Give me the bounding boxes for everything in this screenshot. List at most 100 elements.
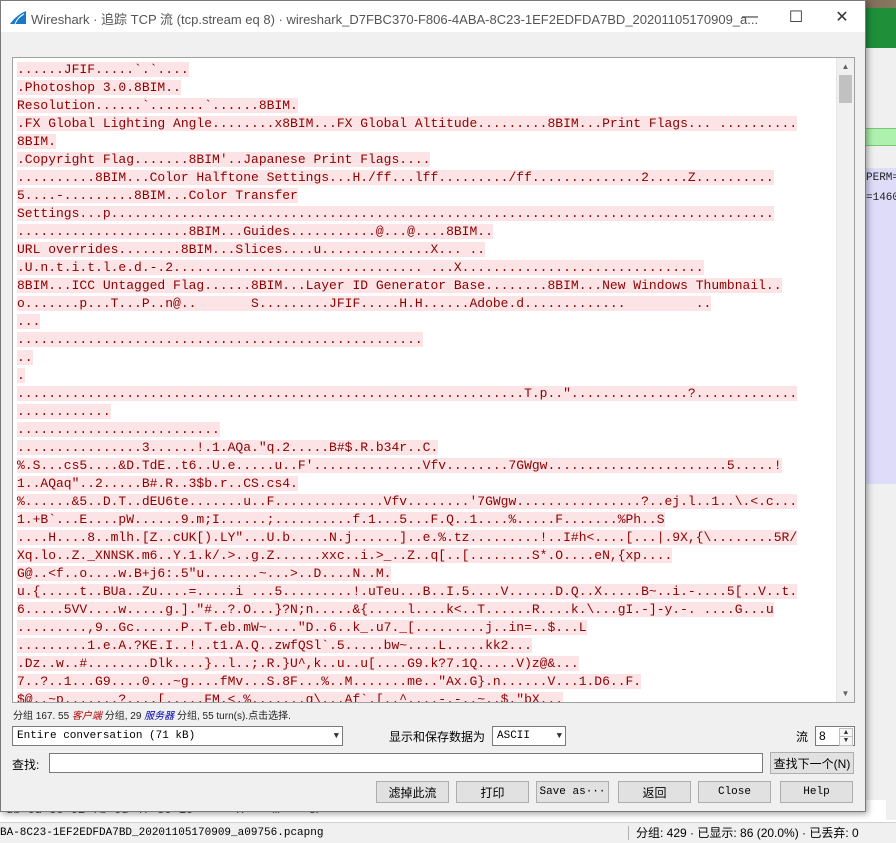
stream-line[interactable]: ..........................: [17, 421, 837, 439]
stream-line[interactable]: ........................................…: [17, 385, 837, 403]
close-button[interactable]: Close: [698, 781, 771, 803]
stream-line-text: ..........8BIM...Color Halftone Settings…: [17, 170, 774, 185]
stream-line[interactable]: ................3......!.1.AQa."q.2.....…: [17, 439, 837, 457]
stream-line[interactable]: .........1.e.A.?KE.I..!..t1.A.Q..zwfQSl`…: [17, 637, 837, 655]
stream-line[interactable]: %.S...cs5....&D.TdE..t6..U.e.....u..F'..…: [17, 457, 837, 475]
stream-line[interactable]: ............: [17, 403, 837, 421]
conversation-select[interactable]: Entire conversation (71 kB) ▼: [12, 726, 343, 746]
stream-content-pane[interactable]: ......JFIF.....`.`.... .Photoshop 3.0.8BI…: [12, 57, 855, 703]
stream-line-text: o.......p...T...P..n@.. S.........JFIF..…: [17, 296, 712, 311]
stream-line[interactable]: %......&5..D.T..dEU6te.......u..F.......…: [17, 493, 837, 511]
stream-line[interactable]: 6.....5VV....w.....g.]."#..?.O...}?N;n..…: [17, 601, 837, 619]
stream-line[interactable]: .FX Global Lighting Angle........x8BIM..…: [17, 115, 837, 133]
stream-line-text: %......&5..D.T..dEU6te.......u..F.......…: [17, 494, 798, 509]
stream-number-spinbox[interactable]: 8 ▲ ▼: [815, 726, 855, 746]
print-button[interactable]: 打印: [456, 781, 529, 803]
stream-line-text: G@..<f..o....w.B+j6:.5"u.......~...>..D.…: [17, 566, 392, 581]
maximize-icon: ☐: [788, 8, 804, 26]
stream-line-text: $@..~p.......?....[.....FM.<.%.......g\.…: [17, 692, 564, 702]
client-label: 客户端: [71, 711, 102, 722]
info-suffix: 分组, 55 turn(s).点击选择.: [174, 711, 291, 722]
status-separator: [628, 826, 629, 840]
stream-line[interactable]: 1.+B`...E....pW......9.m;I......;.......…: [17, 511, 837, 529]
stream-line[interactable]: Xq.lo..Z._XNNSK.m6..Y.1.k/.>..g.Z......x…: [17, 547, 837, 565]
stream-line-text: ......JFIF.....`.`....: [17, 62, 189, 77]
scroll-down-icon[interactable]: ▼: [837, 685, 854, 702]
stream-line-text: .: [17, 368, 25, 383]
stream-line-text: .Dz..w..#........Dlk....}..l..;.R.}U^,k.…: [17, 656, 579, 671]
find-input[interactable]: [49, 753, 763, 773]
find-next-button[interactable]: 查找下一个(N): [770, 752, 854, 774]
stream-line[interactable]: 8BIM...ICC Untagged Flag......8BIM...Lay…: [17, 277, 837, 295]
stream-line[interactable]: 7..?..1...G9....0...~g....fMv...S.8F...%…: [17, 673, 837, 691]
stream-line-text: .U.n.t.i.t.l.e.d.-.2....................…: [17, 260, 704, 275]
stream-line[interactable]: .Dz..w..#........Dlk....}..l..;.R.}U^,k.…: [17, 655, 837, 673]
spin-down-icon[interactable]: ▼: [839, 736, 853, 746]
stream-line[interactable]: ...: [17, 313, 837, 331]
save-as-button[interactable]: Save as···: [536, 781, 609, 803]
background-status-bar: BA-8C23-1EF2EDFDA7BD_20201105170909_a097…: [0, 822, 896, 843]
stream-line[interactable]: Settings...p............................…: [17, 205, 837, 223]
title-bar[interactable]: Wireshark · 追踪 TCP 流 (tcp.stream eq 8) ·…: [1, 1, 865, 32]
stream-line-text: Resolution......`.......`......8BIM.: [17, 98, 298, 113]
stream-line-text: URL overrides........8BIM...Slices....u.…: [17, 242, 486, 257]
stream-line[interactable]: 5....-.........8BIM...Color Transfer: [17, 187, 837, 205]
scrollbar-thumb[interactable]: [839, 75, 852, 103]
minimize-button[interactable]: —: [727, 1, 773, 32]
stream-line[interactable]: .U.n.t.i.t.l.e.d.-.2....................…: [17, 259, 837, 277]
stream-line-text: %.S...cs5....&D.TdE..t6..U.e.....u..F'..…: [17, 458, 782, 473]
stream-line[interactable]: .: [17, 367, 837, 385]
wireshark-fin-icon: [10, 11, 26, 25]
stream-line-text: 1.+B`...E....pW......9.m;I......;.......…: [17, 512, 665, 527]
stream-line-text: 5....-.........8BIM...Color Transfer: [17, 188, 298, 203]
stream-line[interactable]: $@..~p.......?....[.....FM.<.%.......g\.…: [17, 691, 837, 702]
stream-line[interactable]: o.......p...T...P..n@.. S.........JFIF..…: [17, 295, 837, 313]
chevron-down-icon: ▼: [333, 731, 339, 741]
stream-line[interactable]: ..: [17, 349, 837, 367]
stream-line-text: 8BIM.: [17, 134, 57, 149]
stream-text[interactable]: ......JFIF.....`.`.... .Photoshop 3.0.8BI…: [17, 61, 837, 702]
back-button[interactable]: 返回: [618, 781, 691, 803]
stream-line-text: ................3......!.1.AQa."q.2.....…: [17, 440, 439, 455]
stream-line[interactable]: ......................8BIM...Guides.....…: [17, 223, 837, 241]
stream-line[interactable]: Resolution......`.......`......8BIM.: [17, 97, 837, 115]
stream-line[interactable]: 1..AQaq"..2.....B#.R..3$b.r..CS.cs4.: [17, 475, 837, 493]
info-middle: 分组, 29: [101, 711, 145, 722]
stream-line-text: ...: [17, 314, 41, 329]
stream-line[interactable]: .Copyright Flag.......8BIM'..Japanese Pr…: [17, 151, 837, 169]
window-title: Wireshark · 追踪 TCP 流 (tcp.stream eq 8) ·…: [31, 12, 759, 27]
stream-line[interactable]: 8BIM.: [17, 133, 837, 151]
stream-line-text: ....H....8..mlh.[Z..cUK[).LY"...U.b.....…: [17, 530, 798, 545]
stream-line[interactable]: .........,9..Gc......P..T.eb.mW~...."D..…: [17, 619, 837, 637]
scroll-up-icon[interactable]: ▲: [837, 58, 854, 75]
vertical-scrollbar[interactable]: ▲ ▼: [836, 58, 854, 702]
stream-line[interactable]: G@..<f..o....w.B+j6:.5"u.......~...>..D.…: [17, 565, 837, 583]
stream-line[interactable]: URL overrides........8BIM...Slices....u.…: [17, 241, 837, 259]
format-select[interactable]: ASCII ▼: [492, 726, 566, 746]
stream-line[interactable]: .Photoshop 3.0.8BIM..: [17, 79, 837, 97]
stream-number-value: 8: [819, 729, 826, 743]
stream-line-text: .........1.e.A.?KE.I..!..t1.A.Q..zwfQSl`…: [17, 638, 532, 653]
close-icon: ✕: [835, 8, 849, 26]
stream-line[interactable]: ......JFIF.....`.`....: [17, 61, 837, 79]
stream-line[interactable]: ..........8BIM...Color Halftone Settings…: [17, 169, 837, 187]
stream-number-label: 流: [796, 730, 809, 744]
stream-line[interactable]: u.{.....t..BUa..Zu....=.....i ...5......…: [17, 583, 837, 601]
filter-out-button[interactable]: 滤掉此流: [376, 781, 449, 803]
maximize-button[interactable]: ☐: [773, 1, 819, 32]
stream-line[interactable]: ....H....8..mlh.[Z..cUK[).LY"...U.b.....…: [17, 529, 837, 547]
background-accent: [866, 8, 896, 48]
server-label: 服务器: [144, 711, 175, 722]
background-selected-area: [866, 168, 896, 484]
help-button[interactable]: Help: [780, 781, 853, 803]
stream-line-text: 7..?..1...G9....0...~g....fMv...S.8F...%…: [17, 674, 642, 689]
minimize-icon: —: [742, 7, 758, 25]
stream-line-text: 6.....5VV....w.....g.]."#..?.O...}?N;n..…: [17, 602, 774, 617]
stream-line-text: ........................................…: [17, 386, 798, 401]
stream-info-line: 分组 167. 55 客户端 分组, 29 服务器 分组, 55 turn(s)…: [13, 707, 291, 722]
stream-line-text: ............: [17, 404, 111, 419]
stream-line-text: Settings...p............................…: [17, 206, 774, 221]
close-window-button[interactable]: ✕: [819, 1, 865, 32]
background-perm-number: =1460: [866, 192, 896, 204]
stream-line[interactable]: ........................................…: [17, 331, 837, 349]
